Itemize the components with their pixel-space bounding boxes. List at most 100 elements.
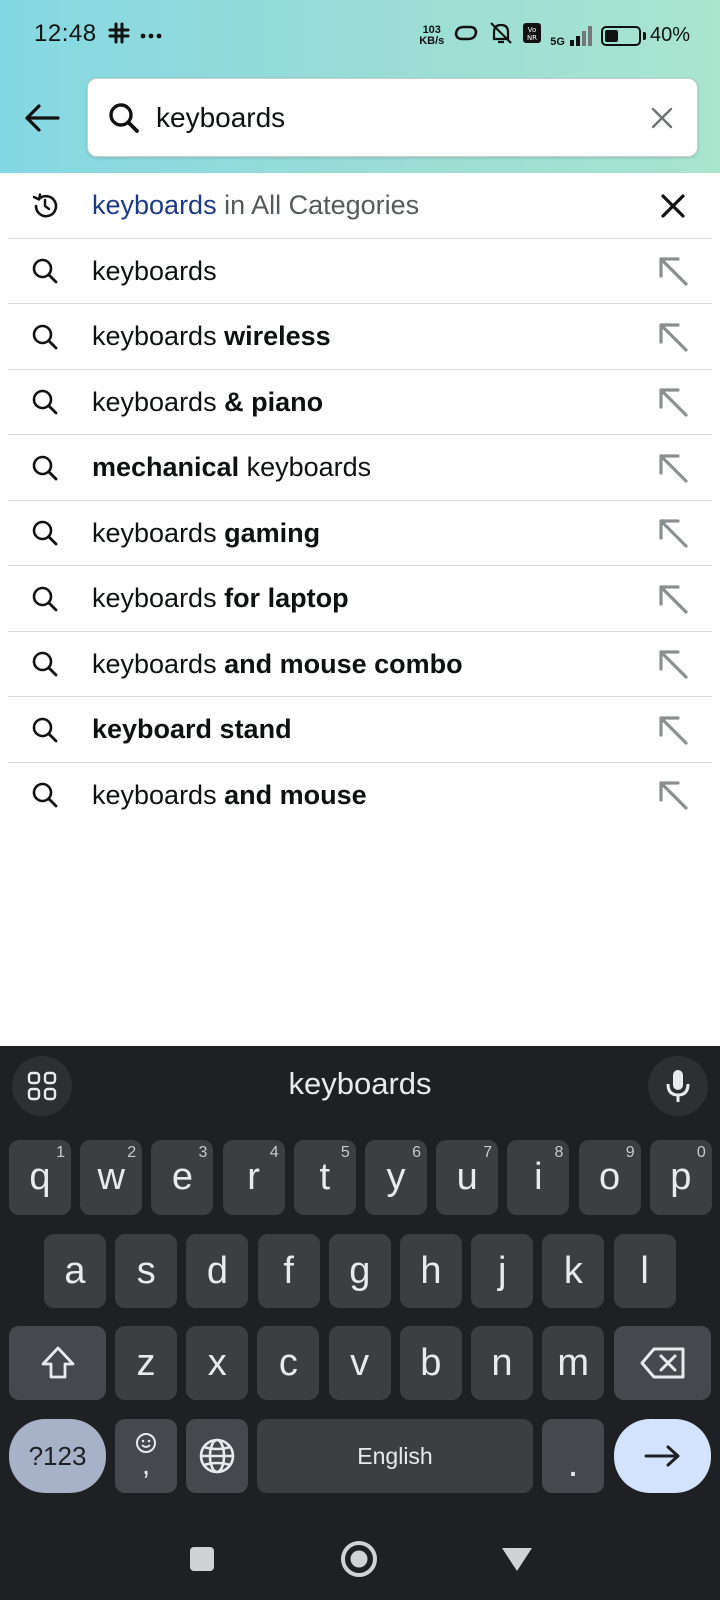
key-label: ?123 [28, 1440, 87, 1471]
key-p[interactable]: p0 [649, 1140, 712, 1215]
space-key[interactable]: English [257, 1419, 533, 1493]
search-input[interactable] [156, 101, 626, 134]
svg-text:Vo: Vo [528, 26, 537, 34]
close-icon [661, 194, 685, 218]
emoji-comma-key[interactable]: , [115, 1419, 177, 1493]
fill-query-button[interactable] [650, 576, 696, 622]
net-speed-value: 103 [422, 23, 441, 36]
suggestion-row[interactable]: keyboards gaming [0, 501, 720, 567]
key-j[interactable]: j [471, 1234, 534, 1308]
suggestion-bold: and mouse [224, 779, 367, 810]
key-i[interactable]: i8 [507, 1140, 570, 1215]
enter-key[interactable] [614, 1419, 711, 1493]
key-label: z [136, 1341, 156, 1384]
key-r[interactable]: r4 [222, 1140, 285, 1215]
voice-input-button[interactable] [648, 1056, 708, 1116]
key-q[interactable]: q1 [9, 1140, 71, 1215]
key-m[interactable]: m [542, 1326, 605, 1400]
back-nav-button[interactable] [492, 1534, 542, 1584]
suggestion-row[interactable]: keyboards [0, 239, 720, 305]
search-icon [30, 715, 60, 745]
arrow-left-icon [25, 104, 60, 132]
suggestion-row[interactable]: mechanical keyboards [0, 435, 720, 501]
arrow-up-left-icon [659, 454, 688, 483]
symbols-key[interactable]: ?123 [9, 1419, 106, 1493]
key-t[interactable]: t5 [293, 1140, 356, 1215]
clear-search-button[interactable] [645, 101, 679, 135]
suggestion-plain-before: keyboards [92, 255, 217, 286]
key-a[interactable]: a [44, 1234, 106, 1308]
shift-key[interactable] [9, 1326, 106, 1400]
fill-query-button[interactable] [650, 510, 696, 556]
key-hint: 7 [483, 1144, 493, 1161]
key-o[interactable]: o9 [578, 1140, 641, 1215]
suggestion-row[interactable]: keyboards & piano [0, 370, 720, 436]
key-y[interactable]: y6 [365, 1140, 427, 1215]
back-button[interactable] [20, 96, 64, 140]
key-u[interactable]: u7 [436, 1140, 499, 1215]
suggestion-plain-after: keyboards [239, 452, 372, 483]
key-k[interactable]: k [542, 1234, 605, 1308]
fill-query-button[interactable] [650, 248, 696, 294]
key-v[interactable]: v [328, 1326, 391, 1400]
status-right-icons: 103 KB/s Vo NR 5G 40% [419, 20, 690, 51]
language-key[interactable] [186, 1419, 248, 1493]
keyboard-word-suggestion[interactable]: keyboards [0, 1066, 720, 1102]
search-icon [30, 256, 60, 286]
fill-query-button[interactable] [650, 772, 696, 818]
period-key[interactable]: . [542, 1419, 604, 1493]
key-hint: 0 [696, 1144, 706, 1161]
fill-query-button[interactable] [650, 314, 696, 360]
soft-keyboard: keyboards q1w2e3r4t5y6u7i8o9p0 asdfghj kl z… [0, 1046, 720, 1600]
backspace-key[interactable] [614, 1326, 711, 1400]
key-label: b [420, 1341, 442, 1384]
battery-icon: 40% [600, 24, 690, 47]
volte-icon: Vo NR [522, 22, 542, 49]
keyboard-toolbar: keyboards [0, 1046, 720, 1126]
slack-icon [108, 22, 130, 49]
key-l[interactable]: l [613, 1234, 676, 1308]
suggestion-row[interactable]: keyboards for laptop [0, 566, 720, 632]
suggestion-row[interactable]: keyboards and mouse [0, 763, 720, 829]
key-label: k [563, 1249, 583, 1292]
suggestion-row[interactable]: keyboards wireless [0, 304, 720, 370]
key-g[interactable]: g [328, 1234, 391, 1308]
suggestion-row[interactable]: keyboard stand [0, 697, 720, 763]
key-label: w [97, 1156, 125, 1198]
suggestion-bold: gaming [224, 517, 321, 548]
fill-query-button[interactable] [650, 379, 696, 425]
fill-query-button[interactable] [650, 641, 696, 687]
key-label: . [567, 1442, 579, 1485]
arrow-up-left-icon [659, 388, 688, 417]
key-e[interactable]: e3 [151, 1140, 214, 1215]
key-hint: 3 [198, 1144, 208, 1161]
arrow-up-left-icon [659, 519, 688, 548]
key-x[interactable]: x [186, 1326, 249, 1400]
search-icon [30, 584, 60, 614]
key-w[interactable]: w2 [80, 1140, 143, 1215]
suggestion-bold: keyboard stand [92, 714, 292, 745]
key-h[interactable]: h [400, 1234, 462, 1308]
fill-query-button[interactable] [650, 707, 696, 753]
key-c[interactable]: c [257, 1326, 320, 1400]
svg-text:NR: NR [527, 34, 537, 42]
backspace-icon [640, 1347, 684, 1379]
key-b[interactable]: b [399, 1326, 462, 1400]
fill-query-button[interactable] [650, 445, 696, 491]
link-icon [452, 21, 480, 50]
recents-button[interactable] [177, 1534, 227, 1584]
history-suggestion-row[interactable]: keyboards in All Categories [0, 173, 720, 239]
key-d[interactable]: d [186, 1234, 249, 1308]
key-f[interactable]: f [257, 1234, 320, 1308]
search-box[interactable] [87, 78, 698, 157]
suggestion-row[interactable]: keyboards and mouse combo [0, 632, 720, 698]
key-n[interactable]: n [471, 1326, 533, 1400]
key-s[interactable]: s [115, 1234, 178, 1308]
remove-history-button[interactable] [650, 183, 696, 229]
search-icon [30, 322, 60, 352]
arrow-up-left-icon [659, 585, 688, 614]
home-button[interactable] [334, 1534, 384, 1584]
key-label: j [497, 1249, 507, 1292]
key-hint: 8 [554, 1144, 564, 1161]
key-z[interactable]: z [115, 1326, 177, 1400]
